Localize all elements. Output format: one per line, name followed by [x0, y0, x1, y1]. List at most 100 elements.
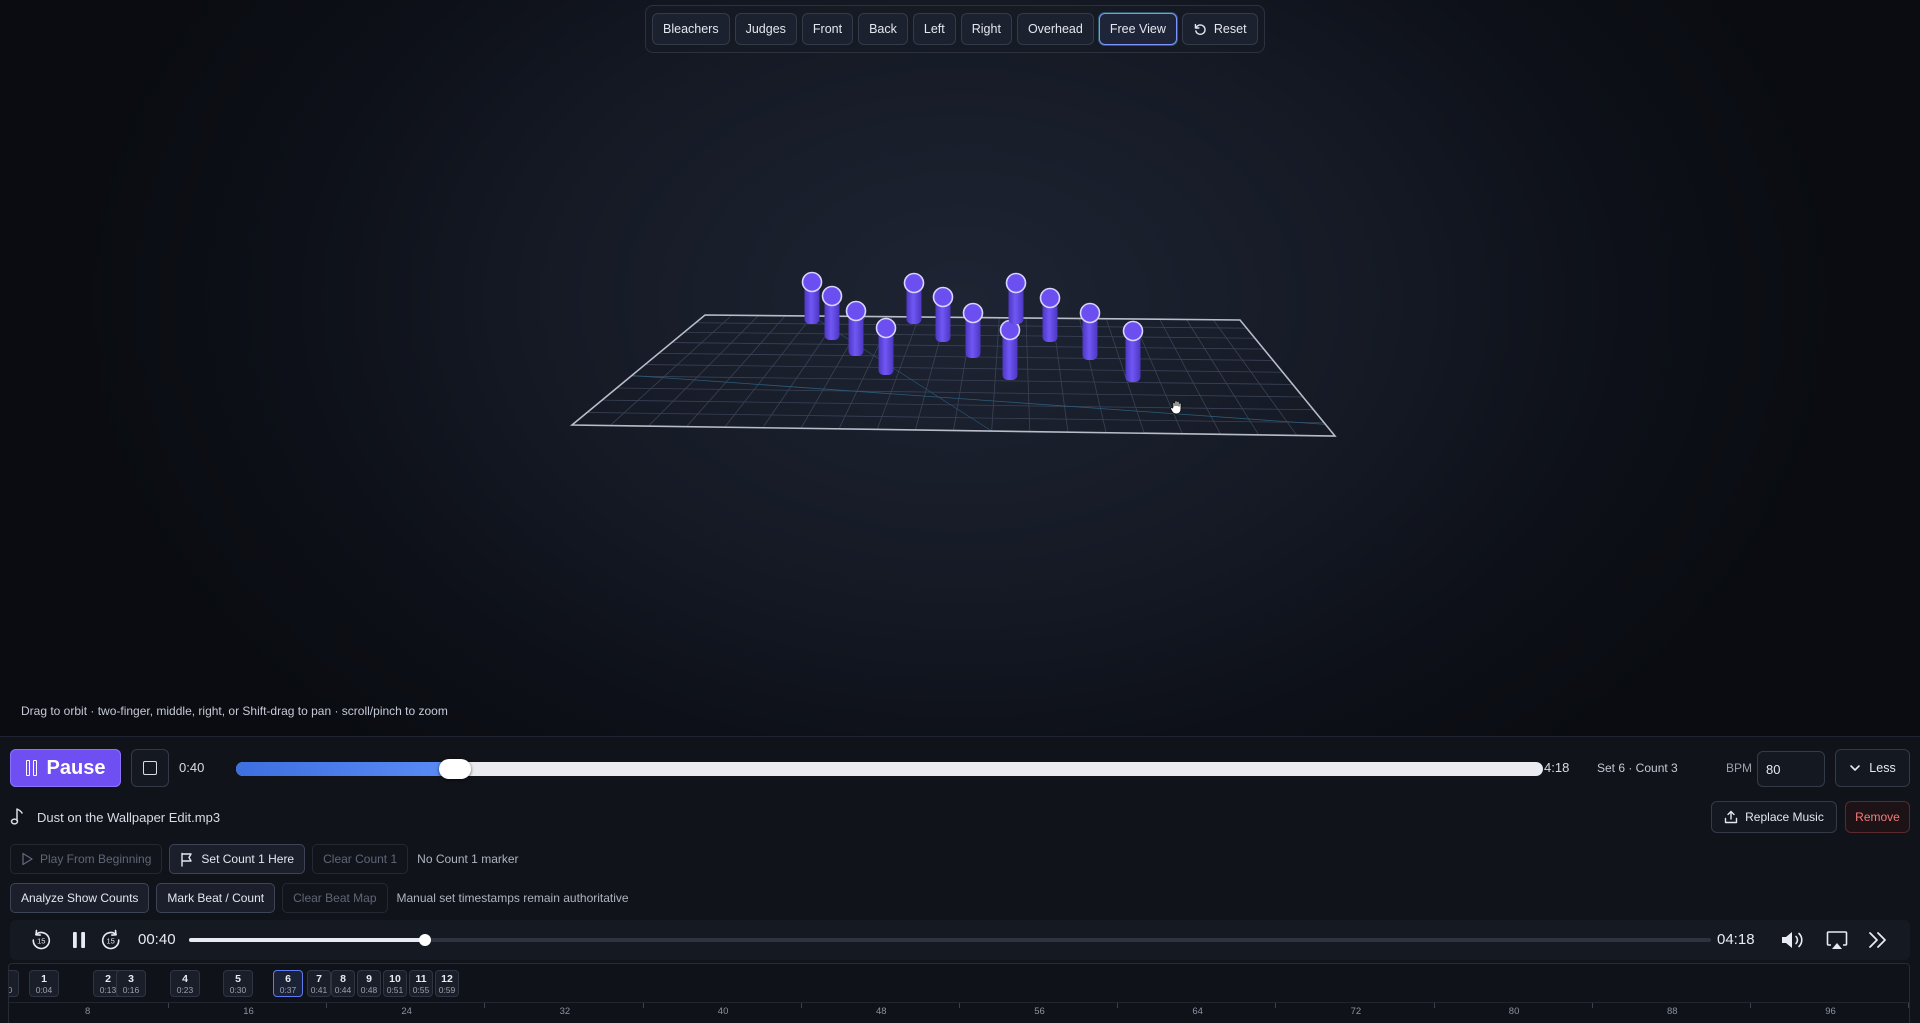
- performer-marker[interactable]: [1079, 302, 1101, 361]
- performer-head: [903, 272, 925, 294]
- mark-beat-button[interactable]: Mark Beat / Count: [156, 883, 276, 913]
- player-seek-bar[interactable]: [189, 934, 1711, 946]
- set-number: 7: [316, 973, 322, 985]
- performer-marker[interactable]: [821, 285, 843, 341]
- view-right-button[interactable]: Right: [960, 13, 1012, 45]
- grid-line: [1212, 319, 1298, 436]
- ruler-label: 48: [876, 1006, 887, 1017]
- performer-marker[interactable]: [1039, 287, 1061, 343]
- music-filename: Dust on the Wallpaper Edit.mp3: [37, 810, 221, 825]
- set-number: 8: [340, 973, 346, 985]
- performer-head: [875, 317, 897, 339]
- performer-marker[interactable]: [801, 271, 823, 325]
- music-row: Dust on the Wallpaper Edit.mp3 Replace M…: [10, 801, 1910, 833]
- analyze-show-counts-button[interactable]: Analyze Show Counts: [10, 883, 150, 913]
- player-duration: 04:18: [1717, 931, 1755, 948]
- less-button[interactable]: Less: [1835, 749, 1910, 787]
- performer-marker[interactable]: [875, 317, 897, 376]
- set-chip[interactable]: 1 0:04: [29, 970, 59, 997]
- ruler-tick: [1275, 1003, 1277, 1008]
- set-chip[interactable]: 7 0:41: [307, 970, 331, 997]
- clear-beat-map-button[interactable]: Clear Beat Map: [282, 883, 388, 913]
- svg-text:15: 15: [107, 937, 115, 946]
- music-note-icon: [10, 808, 23, 825]
- set-chip[interactable]: 8 0:44: [331, 970, 355, 997]
- grid-line: [609, 314, 733, 426]
- pause-icon: [25, 760, 37, 776]
- view-overhead-button[interactable]: Overhead: [1016, 13, 1094, 45]
- field-scene[interactable]: [0, 0, 1920, 736]
- view-front-button[interactable]: Front: [801, 13, 854, 45]
- set-chip[interactable]: 4 0:23: [170, 970, 200, 997]
- view-judges-button[interactable]: Judges: [734, 13, 797, 45]
- ruler-label: 96: [1825, 1006, 1836, 1017]
- bpm-input[interactable]: [1757, 751, 1825, 787]
- performer-head: [1005, 272, 1027, 294]
- set-chip[interactable]: 9 0:48: [357, 970, 381, 997]
- ruler-label: 56: [1034, 1006, 1045, 1017]
- pause-button[interactable]: Pause: [10, 749, 121, 787]
- view-free-button[interactable]: Free View: [1098, 13, 1177, 45]
- set-count1-button[interactable]: Set Count 1 Here: [169, 844, 306, 874]
- performer-head: [845, 300, 867, 322]
- volume-icon[interactable]: [1779, 928, 1807, 952]
- grid-line: [602, 399, 1314, 411]
- show-progress-slider[interactable]: [236, 759, 1543, 779]
- audio-player: 15 15 00:40 04:18: [10, 920, 1910, 960]
- play-from-beginning-button[interactable]: Play From Beginning: [10, 844, 163, 874]
- stop-button[interactable]: [131, 749, 169, 787]
- set-chip[interactable]: 11 0:55: [409, 970, 433, 997]
- double-chevron-right-icon[interactable]: [1866, 928, 1890, 952]
- set-chip[interactable]: 00:00: [9, 970, 19, 997]
- rewind-15-icon[interactable]: 15: [29, 928, 53, 952]
- set-number: 11: [415, 973, 427, 985]
- performer-marker[interactable]: [903, 272, 925, 325]
- viewport-hint: Drag to orbit · two-finger, middle, righ…: [21, 704, 448, 718]
- player-seek-thumb[interactable]: [418, 934, 431, 946]
- ruler-tick: [800, 1003, 802, 1008]
- bpm-label: BPM: [1726, 761, 1753, 775]
- set-timeline[interactable]: 81624324048566472808896 00:0010:0420:133…: [8, 963, 1910, 1023]
- svg-text:15: 15: [37, 937, 45, 946]
- grid-line: [587, 412, 1325, 424]
- pause-label: Pause: [46, 756, 106, 779]
- set-chip[interactable]: 3 0:16: [116, 970, 146, 997]
- view-left-button[interactable]: Left: [912, 13, 956, 45]
- view-bleachers-button[interactable]: Bleachers: [652, 13, 730, 45]
- performer-marker[interactable]: [1005, 272, 1027, 325]
- play-icon: [22, 852, 33, 866]
- clear-count1-button[interactable]: Clear Count 1: [312, 844, 409, 874]
- performer-marker[interactable]: [845, 300, 867, 357]
- set-time: 0:04: [35, 985, 53, 995]
- play-from-beginning-label: Play From Beginning: [40, 852, 152, 866]
- performer-marker[interactable]: [932, 286, 954, 343]
- ruler-tick: [959, 1003, 960, 1008]
- performer-head: [1039, 287, 1061, 309]
- performer-marker[interactable]: [962, 302, 984, 359]
- airplay-icon[interactable]: [1825, 928, 1849, 952]
- set-count-status: Set 6 · Count 3: [1597, 761, 1678, 775]
- set-time: 0:48: [360, 985, 378, 995]
- beat-row: Analyze Show Counts Mark Beat / Count Cl…: [10, 883, 629, 913]
- ruler-label: 80: [1508, 1006, 1520, 1017]
- performer-head: [1079, 302, 1101, 324]
- set-number: 10: [389, 973, 401, 985]
- set-chip[interactable]: 12 0:59: [435, 970, 459, 997]
- count-ruler: 8 16 24 32 40 48 56 64 72 80 88 96: [9, 1002, 1909, 1023]
- 3d-viewport[interactable]: Bleachers Judges Front Back Left Right O…: [0, 0, 1920, 736]
- forward-15-icon[interactable]: 15: [99, 928, 123, 952]
- performer-marker[interactable]: [1122, 320, 1144, 383]
- set-chip[interactable]: 5 0:30: [223, 970, 253, 997]
- reset-view-button[interactable]: Reset: [1181, 13, 1258, 45]
- ruler-label: 88: [1667, 1006, 1678, 1017]
- replace-music-button[interactable]: Replace Music: [1711, 801, 1837, 833]
- remove-music-button[interactable]: Remove: [1845, 801, 1910, 833]
- pause-icon[interactable]: [67, 928, 91, 952]
- progress-thumb[interactable]: [438, 759, 471, 779]
- set-chip[interactable]: 10 0:51: [383, 970, 407, 997]
- performer-marker[interactable]: [999, 319, 1021, 381]
- set-chip[interactable]: 6 0:37: [273, 970, 303, 997]
- set-time: 0:51: [386, 985, 404, 995]
- view-back-button[interactable]: Back: [858, 13, 908, 45]
- performer-head: [801, 271, 823, 293]
